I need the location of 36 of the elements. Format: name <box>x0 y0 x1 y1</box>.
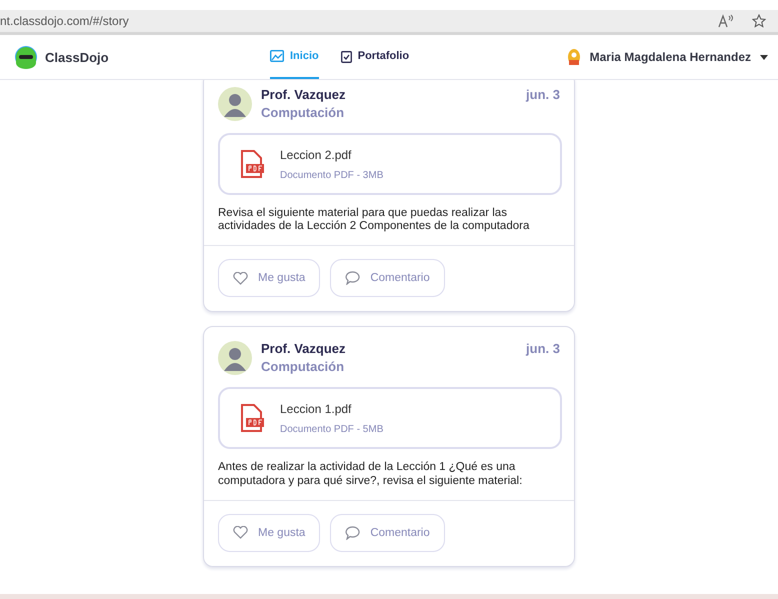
attachment-card[interactable]: Leccion 1.pdf Documento PDF - 5MB <box>218 387 562 450</box>
avatar-icon <box>218 341 252 376</box>
post-date: jun. 3 <box>526 87 560 102</box>
brand-name[interactable]: ClassDojo <box>45 50 109 64</box>
file-name: Leccion 1.pdf <box>280 402 352 416</box>
caret-icon[interactable] <box>760 54 768 60</box>
comment-button[interactable]: Comentario <box>330 259 445 298</box>
file-name: Leccion 2.pdf <box>280 148 352 162</box>
post-text: Revisa el siguiente material para que puedas realizar las actividades de la Lección 2 Componentes de la computadora <box>204 195 574 246</box>
monster-avatar-icon <box>566 48 581 66</box>
speech-bubble-icon <box>345 271 360 286</box>
comment-button[interactable]: Comentario <box>330 514 445 552</box>
post-text: Antes de realizar la actividad de la Lección 1 ¿Qué es una computadora y para qué sirve?, revisa el siguiente material: <box>204 449 574 501</box>
class-name: Computación <box>261 359 346 374</box>
attachment-card[interactable]: Leccion 2.pdf Documento PDF - 3MB <box>218 133 562 195</box>
address-bar-url[interactable]: nt.classdojo.com/#/story <box>0 14 129 28</box>
logo-icon[interactable] <box>14 45 38 69</box>
pdf-icon <box>238 404 266 432</box>
like-button[interactable]: Me gusta <box>218 259 320 298</box>
author-name: Prof. Vazquez <box>261 87 346 102</box>
heart-icon <box>233 272 248 285</box>
heart-icon <box>233 526 248 540</box>
nav-tab[interactable]: Portafolio <box>340 35 410 79</box>
class-name: Computación <box>261 105 346 120</box>
user-name[interactable]: Maria Magdalena Hernandez <box>590 50 751 64</box>
speech-bubble-icon <box>345 526 360 540</box>
star-icon[interactable] <box>752 14 766 28</box>
avatar-icon <box>218 87 252 121</box>
post-date: jun. 3 <box>526 341 560 356</box>
file-info: Documento PDF - 3MB <box>280 170 384 180</box>
author-name: Prof. Vazquez <box>261 341 346 356</box>
pdf-icon <box>238 150 266 178</box>
clipboard-icon <box>340 50 352 62</box>
file-info: Documento PDF - 5MB <box>280 424 384 435</box>
like-button[interactable]: Me gusta <box>218 514 320 552</box>
read-aloud-icon[interactable] <box>718 14 734 28</box>
